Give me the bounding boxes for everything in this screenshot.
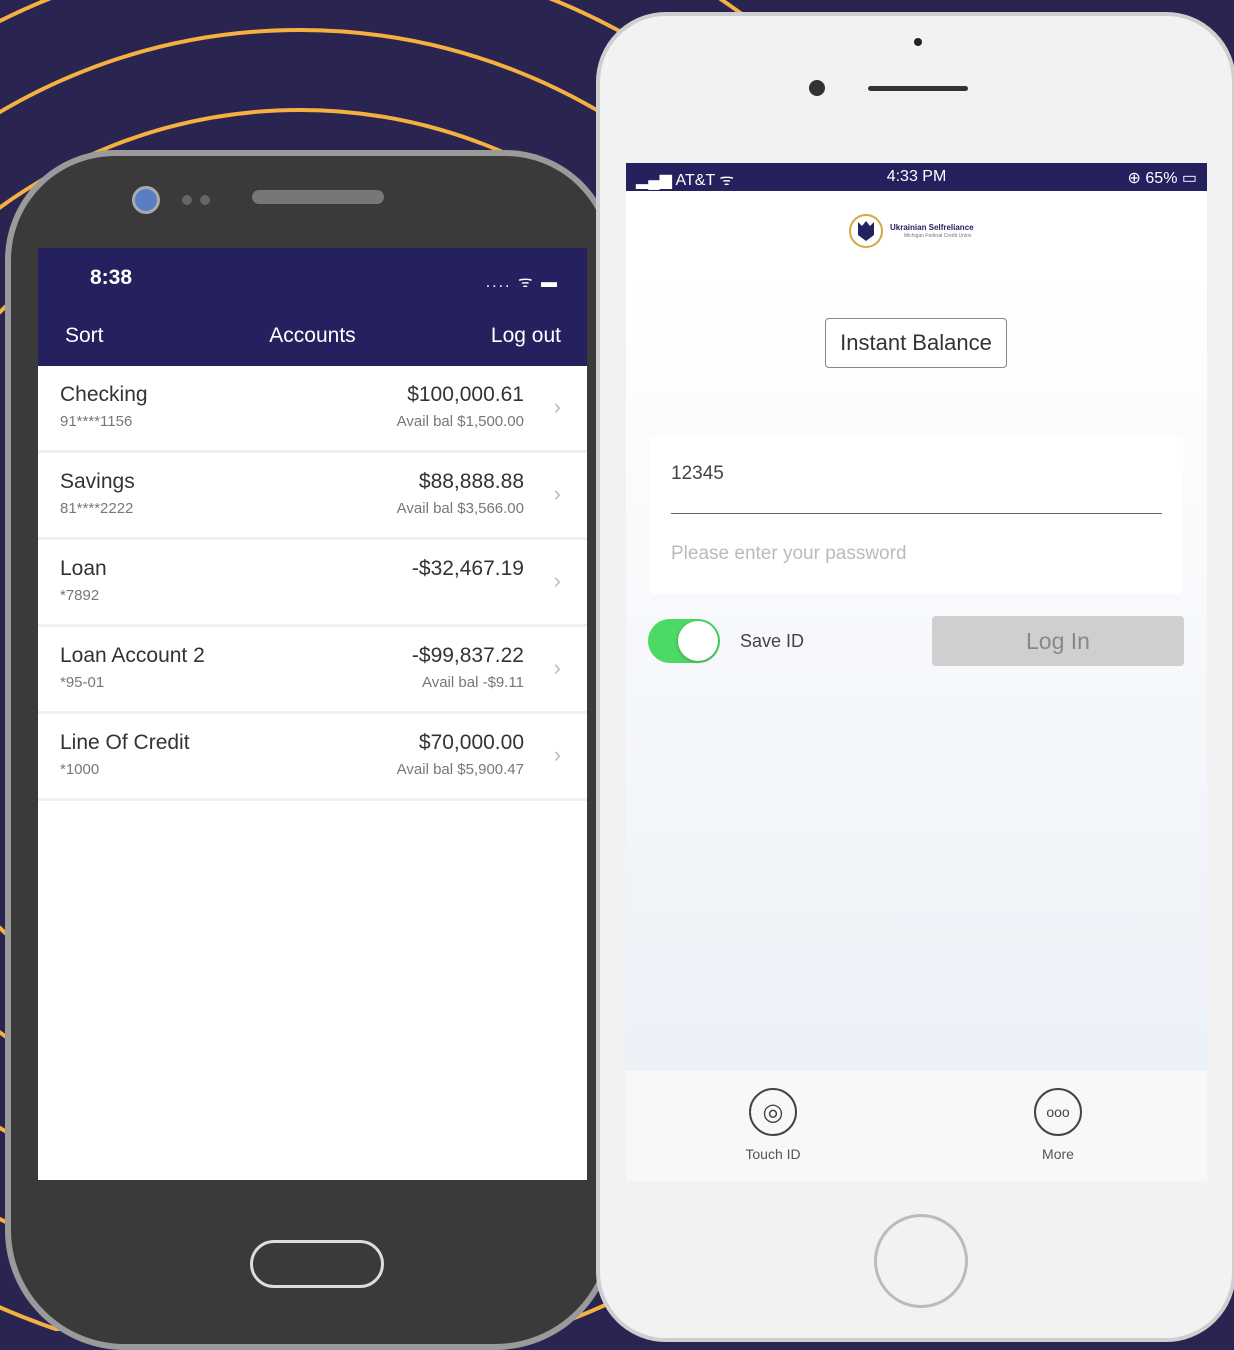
user-id-underline	[671, 513, 1162, 514]
save-id-label: Save ID	[740, 631, 805, 651]
toggle-knob	[678, 621, 718, 661]
account-row-loan[interactable]: Loan *7892 -$32,467.19 ›	[38, 540, 587, 627]
account-name: Loan Account 2	[60, 644, 205, 667]
login-screen: ▂▄▆ AT&T ᯤ 4:33 PM ⊕ 65% ▭ Ukrainian Sel…	[626, 163, 1207, 1181]
login-form: 12345 Please enter your password	[650, 436, 1183, 594]
battery-icon: ▭	[1177, 170, 1197, 187]
account-number: *7892	[60, 587, 100, 604]
account-balance: -$99,837.22	[411, 644, 524, 667]
status-time: 4:33 PM	[886, 168, 947, 185]
account-row-checking[interactable]: Checking 91****1156 $100,000.61 Avail ba…	[38, 366, 587, 453]
accounts-screen: 8:38 .... ᯤ ▬ Accounts Sort Log out Chec…	[38, 248, 587, 1180]
chevron-right-icon: ›	[553, 481, 561, 506]
trident-emblem-icon	[849, 214, 883, 248]
fingerprint-icon: ◎	[749, 1088, 797, 1136]
account-name: Loan	[60, 557, 107, 580]
account-available-balance: Avail bal $5,900.47	[396, 761, 524, 778]
battery: ⊕ 65% ▭	[1128, 168, 1197, 188]
touch-id-label: Touch ID	[745, 1146, 801, 1162]
android-sensor	[200, 195, 210, 205]
account-balance: $70,000.00	[418, 731, 524, 754]
iphone-home-button[interactable]	[874, 1214, 968, 1308]
account-name: Checking	[60, 383, 148, 406]
touch-id-button[interactable]: ◎ Touch ID	[718, 1088, 828, 1162]
android-speaker	[252, 190, 384, 204]
iphone-speaker	[868, 86, 968, 91]
chevron-right-icon: ›	[553, 655, 561, 680]
account-number: 81****2222	[60, 500, 134, 517]
battery-percent: 65%	[1145, 170, 1178, 187]
credit-union-logo: Ukrainian Selfreliance Michigan Federal …	[846, 213, 1016, 249]
account-number: 91****1156	[60, 413, 133, 430]
chevron-right-icon: ›	[553, 394, 561, 419]
user-id-field[interactable]: 12345	[671, 463, 724, 485]
account-available-balance: Avail bal $1,500.00	[396, 413, 524, 430]
account-number: *95-01	[60, 674, 105, 691]
accounts-header: 8:38 .... ᯤ ▬ Accounts Sort Log out	[38, 248, 587, 366]
account-row-savings[interactable]: Savings 81****2222 $88,888.88 Avail bal …	[38, 453, 587, 540]
login-footer: ◎ Touch ID ooo More	[626, 1069, 1207, 1181]
instant-balance-button[interactable]: Instant Balance	[825, 318, 1007, 368]
more-button[interactable]: ooo More	[1003, 1088, 1113, 1162]
status-bar: ▂▄▆ AT&T ᯤ 4:33 PM ⊕ 65% ▭	[626, 163, 1207, 191]
android-sensor	[182, 195, 192, 205]
status-icons: .... ᯤ ▬	[485, 274, 559, 291]
login-button[interactable]: Log In	[932, 616, 1184, 666]
account-available-balance: Avail bal $3,566.00	[396, 500, 524, 517]
account-balance: $88,888.88	[418, 470, 524, 493]
chevron-right-icon: ›	[553, 742, 561, 767]
accounts-navbar: Accounts Sort Log out	[38, 324, 587, 354]
account-name: Savings	[60, 470, 135, 493]
android-home-button[interactable]	[250, 1240, 384, 1288]
password-field[interactable]: Please enter your password	[671, 543, 907, 565]
account-balance: $100,000.61	[407, 383, 524, 406]
lock-rotation-icon: ⊕	[1127, 170, 1146, 187]
chevron-right-icon: ›	[553, 568, 561, 593]
save-id-toggle[interactable]	[648, 619, 720, 663]
more-dots-icon: ooo	[1034, 1088, 1082, 1136]
logout-button[interactable]: Log out	[491, 324, 561, 348]
status-time: 8:38	[90, 266, 133, 289]
logo-name: Ukrainian Selfreliance	[890, 223, 974, 232]
more-label: More	[1042, 1146, 1074, 1162]
account-row-loan-account-2[interactable]: Loan Account 2 *95-01 -$99,837.22 Avail …	[38, 627, 587, 714]
android-camera	[132, 186, 160, 214]
account-number: *1000	[60, 761, 100, 778]
iphone-camera	[914, 38, 922, 46]
account-balance: -$32,467.19	[411, 557, 524, 580]
iphone-front-camera	[809, 80, 825, 96]
sort-button[interactable]: Sort	[65, 324, 104, 348]
logo-subtitle: Michigan Federal Credit Union	[904, 233, 972, 239]
account-name: Line Of Credit	[60, 731, 190, 754]
account-available-balance: Avail bal -$9.11	[421, 674, 524, 691]
account-row-line-of-credit[interactable]: Line Of Credit *1000 $70,000.00 Avail ba…	[38, 714, 587, 801]
